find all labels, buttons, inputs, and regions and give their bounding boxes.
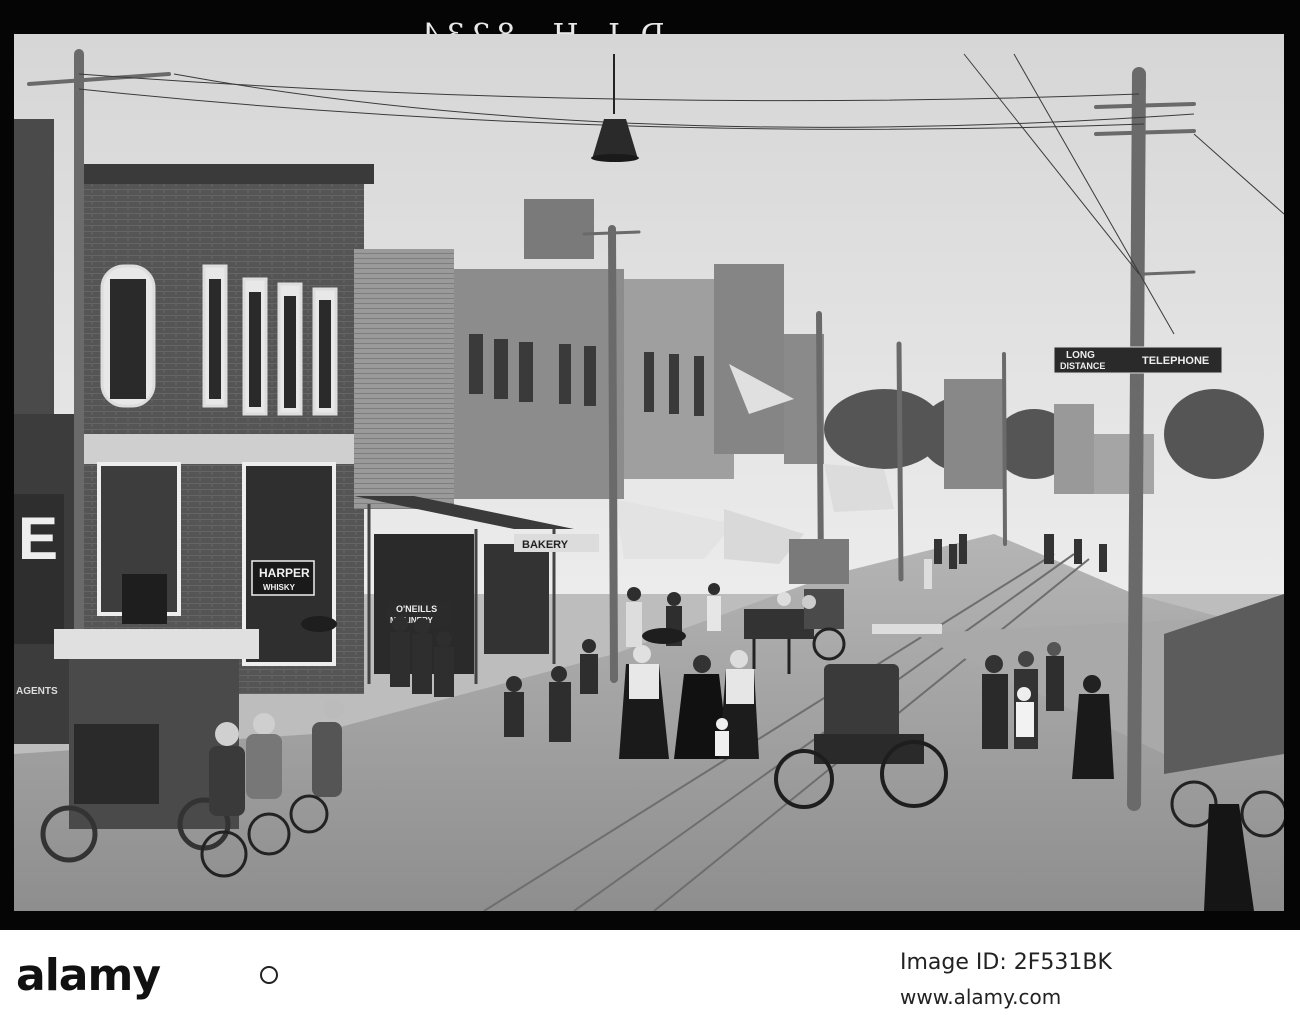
alamy-logo-icon bbox=[260, 966, 278, 984]
bakery-sign: BAKERY bbox=[514, 534, 599, 552]
bakery-sign-text: BAKERY bbox=[522, 539, 569, 551]
alamy-logo: alamy bbox=[16, 950, 161, 1001]
distance-sign-text: DISTANCE bbox=[1060, 361, 1105, 371]
wall-sign-letter: E bbox=[18, 505, 58, 572]
harper-whisky-sign: HARPER WHISKY bbox=[251, 560, 315, 596]
image-id-label: Image ID: 2F531BK bbox=[900, 950, 1112, 975]
whisky-sign-text: WHISKY bbox=[263, 583, 296, 592]
lumber-pile bbox=[789, 539, 849, 584]
wall-sign-agents: AGENTS bbox=[16, 686, 58, 697]
millinery-store-name: O'NEILLS bbox=[396, 604, 437, 614]
street-photograph: E AGENTS HARPER WHISKY O'NEILLS MILLINER… bbox=[14, 34, 1284, 911]
telephone-sign-text: TELEPHONE bbox=[1142, 355, 1209, 367]
long-distance-telephone-sign: LONG DISTANCE TELEPHONE bbox=[1053, 346, 1223, 374]
harper-sign-text: HARPER bbox=[259, 566, 310, 580]
long-sign-text: LONG bbox=[1066, 350, 1095, 361]
watermark-url: www.alamy.com bbox=[900, 985, 1062, 1009]
